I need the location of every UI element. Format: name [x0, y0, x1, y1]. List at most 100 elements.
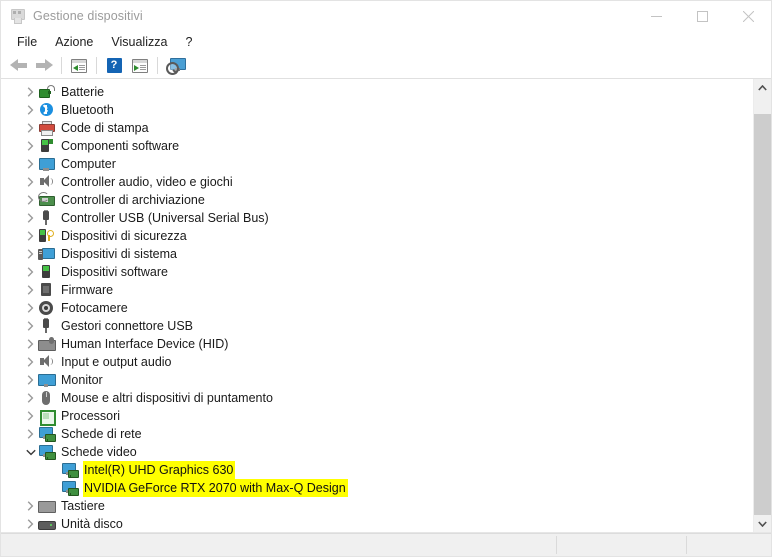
chevron-right-icon[interactable]	[23, 425, 38, 443]
device-category-node[interactable]: Controller di archiviazione	[1, 191, 753, 209]
device-category-node[interactable]: Code di stampa	[1, 119, 753, 137]
menu-visualizza[interactable]: Visualizza	[102, 33, 176, 52]
battery-icon	[38, 84, 55, 100]
device-node-label: Firmware	[61, 283, 114, 297]
close-icon[interactable]	[725, 1, 771, 31]
audio-speaker-icon	[38, 354, 54, 370]
device-node-label: Componenti software	[61, 139, 180, 153]
device-category-node[interactable]: Batterie	[1, 83, 753, 101]
help-button[interactable]: ?	[101, 55, 127, 77]
display-adapter-icon	[61, 480, 79, 496]
device-category-node[interactable]: Schede di rete	[1, 425, 753, 443]
device-category-node[interactable]: Dispositivi di sicurezza	[1, 227, 753, 245]
vertical-scrollbar[interactable]	[753, 79, 771, 532]
chevron-right-icon[interactable]	[23, 371, 38, 389]
chevron-right-icon[interactable]	[23, 119, 38, 137]
device-node-label: Intel(R) UHD Graphics 630	[83, 461, 236, 479]
chevron-right-icon[interactable]	[23, 191, 38, 209]
chevron-right-icon[interactable]	[23, 281, 38, 299]
chevron-right-icon[interactable]	[23, 515, 38, 532]
menu-help[interactable]: ?	[176, 33, 201, 52]
device-category-node[interactable]: Gestori connettore USB	[1, 317, 753, 335]
chevron-right-icon[interactable]	[23, 263, 38, 281]
chevron-down-icon[interactable]	[23, 443, 38, 461]
chevron-right-icon[interactable]	[23, 227, 38, 245]
device-node-label: Schede video	[61, 445, 137, 459]
chevron-right-icon[interactable]	[23, 299, 38, 317]
forward-button[interactable]	[31, 55, 57, 77]
chevron-right-icon[interactable]	[23, 407, 38, 425]
window-title: Gestione dispositivi	[33, 9, 143, 23]
device-category-node[interactable]: Tastiere	[1, 497, 753, 515]
chevron-down-icon[interactable]	[754, 515, 771, 532]
scan-monitor-icon	[166, 58, 186, 75]
chevron-right-icon[interactable]	[23, 101, 38, 119]
usb-icon	[38, 210, 54, 226]
device-category-node[interactable]: Computer	[1, 155, 753, 173]
device-category-node[interactable]: Schede video	[1, 443, 753, 461]
device-category-node[interactable]: Bluetooth	[1, 101, 753, 119]
title-bar: Gestione dispositivi	[1, 1, 771, 31]
device-node-label: Mouse e altri dispositivi di puntamento	[61, 391, 273, 405]
content-area: Batterie Bluetooth Code di stampa Component…	[1, 79, 771, 533]
device-node[interactable]: Intel(R) UHD Graphics 630	[1, 461, 753, 479]
device-category-node[interactable]: Dispositivi di sistema	[1, 245, 753, 263]
chevron-right-icon[interactable]	[23, 173, 38, 191]
toolbar-separator	[157, 57, 158, 74]
device-category-node[interactable]: Componenti software	[1, 137, 753, 155]
camera-icon	[38, 300, 54, 316]
processor-icon	[38, 408, 56, 426]
device-category-node[interactable]: Human Interface Device (HID)	[1, 335, 753, 353]
usb-connector-icon	[38, 318, 54, 334]
chevron-right-icon[interactable]	[23, 245, 38, 263]
device-node[interactable]: NVIDIA GeForce RTX 2070 with Max-Q Desig…	[1, 479, 753, 497]
back-button[interactable]	[5, 55, 31, 77]
minimize-icon[interactable]	[633, 1, 679, 31]
chevron-up-icon[interactable]	[754, 79, 771, 96]
software-device-icon	[38, 264, 54, 280]
chevron-right-icon[interactable]	[23, 389, 38, 407]
device-category-node[interactable]: Dispositivi software	[1, 263, 753, 281]
device-category-node[interactable]: Unità disco	[1, 515, 753, 532]
device-category-node[interactable]: Firmware	[1, 281, 753, 299]
device-node-label: Tastiere	[61, 499, 105, 513]
device-category-node[interactable]: Mouse e altri dispositivi di puntamento	[1, 389, 753, 407]
device-category-node[interactable]: Processori	[1, 407, 753, 426]
device-tree[interactable]: Batterie Bluetooth Code di stampa Component…	[1, 79, 753, 532]
chevron-right-icon[interactable]	[23, 83, 38, 101]
device-node-label: Human Interface Device (HID)	[61, 337, 229, 351]
device-node-label: NVIDIA GeForce RTX 2070 with Max-Q Desig…	[83, 479, 348, 497]
device-category-node[interactable]: Monitor	[1, 371, 753, 389]
bluetooth-icon	[38, 102, 54, 118]
device-node-label: Computer	[61, 157, 116, 171]
chevron-right-icon[interactable]	[23, 209, 38, 227]
chevron-right-icon[interactable]	[23, 353, 38, 371]
hid-icon	[38, 336, 56, 352]
chevron-right-icon[interactable]	[23, 335, 38, 353]
mouse-icon	[38, 390, 54, 406]
device-category-node[interactable]: Fotocamere	[1, 299, 753, 317]
device-node-label: Input e output audio	[61, 355, 172, 369]
status-segment-2	[557, 534, 686, 556]
maximize-icon[interactable]	[679, 1, 725, 31]
device-node-label: Controller di archiviazione	[61, 193, 205, 207]
device-node-label: Dispositivi di sicurezza	[61, 229, 187, 243]
device-node-label: Bluetooth	[61, 103, 114, 117]
device-category-node[interactable]: Controller audio, video e giochi	[1, 173, 753, 191]
scan-hardware-button[interactable]	[162, 55, 188, 77]
chevron-right-icon[interactable]	[23, 137, 38, 155]
chevron-right-icon[interactable]	[23, 317, 38, 335]
menu-azione[interactable]: Azione	[46, 33, 102, 52]
show-hidden-button[interactable]	[127, 55, 153, 77]
chevron-right-icon[interactable]	[23, 497, 38, 515]
network-adapter-icon	[38, 426, 56, 442]
chevron-right-icon[interactable]	[23, 155, 38, 173]
scrollbar-thumb[interactable]	[754, 114, 771, 519]
device-category-node[interactable]: Controller USB (Universal Serial Bus)	[1, 209, 753, 227]
status-segment-3	[687, 534, 771, 556]
window-play-icon	[132, 58, 148, 73]
device-node-label: Monitor	[61, 373, 103, 387]
properties-button[interactable]	[66, 55, 92, 77]
menu-file[interactable]: File	[8, 33, 46, 52]
device-category-node[interactable]: Input e output audio	[1, 353, 753, 371]
